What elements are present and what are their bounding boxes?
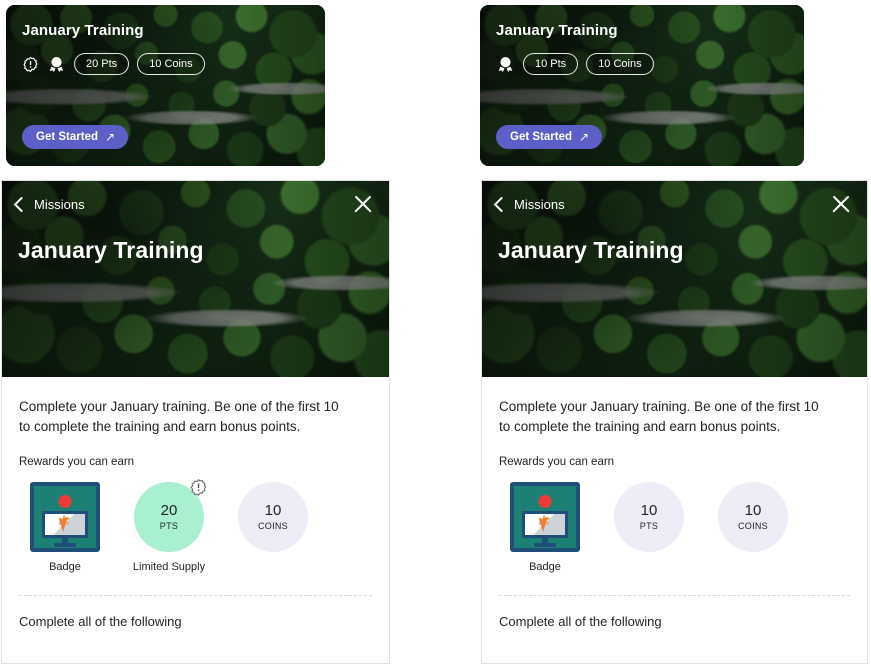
rewards-section-label: Rewards you can earn — [19, 456, 135, 469]
reward-caption: Badge — [49, 561, 81, 574]
promo-chip-points: 20 Pts — [74, 53, 130, 76]
promo-card-title: January Training — [496, 22, 618, 39]
training-badge-icon — [510, 482, 580, 553]
coins-unit: COINS — [737, 521, 768, 531]
section-divider — [499, 595, 850, 597]
monitor-foot — [534, 543, 556, 547]
back-to-missions-button[interactable]: Missions — [493, 196, 565, 212]
points-value: 20 — [160, 502, 178, 520]
reward-coins[interactable]: 10 COINS — [227, 482, 319, 561]
back-to-missions-button[interactable]: Missions — [13, 196, 85, 212]
promo-chip-coins: 10 Coins — [586, 53, 654, 76]
detail-hero-toolbar: Missions — [482, 181, 867, 227]
complete-all-label: Complete all of the following — [499, 614, 662, 630]
reward-caption: Badge — [529, 561, 561, 574]
mission-description: Complete your January training. Be one o… — [19, 399, 339, 434]
coins-value: 10 — [264, 502, 282, 520]
detail-page-title: January Training — [18, 237, 204, 263]
mission-description: Complete your January training. Be one o… — [499, 399, 819, 434]
promo-card-meta: 20 Pts 10 Coins — [22, 53, 205, 76]
external-link-arrow-icon: ↗ — [579, 130, 590, 144]
mission-detail-panel-standard: Missions January Training Complete your … — [481, 180, 868, 664]
badge-dot — [538, 495, 552, 509]
points-circle: 20 PTS — [134, 479, 207, 553]
reward-coins[interactable]: 10 COINS — [707, 482, 799, 561]
detail-body: Complete your January training. Be one o… — [2, 377, 389, 629]
get-started-button[interactable]: Get Started ↗ — [22, 125, 129, 149]
chevron-left-icon — [493, 196, 510, 212]
back-label: Missions — [514, 196, 565, 212]
promo-chip-coins: 10 Coins — [137, 53, 205, 76]
award-badge-icon — [47, 55, 66, 74]
get-started-label: Get Started — [36, 131, 98, 143]
coins-value: 10 — [744, 502, 762, 520]
reward-badge[interactable]: Badge — [499, 482, 591, 573]
limited-supply-icon — [22, 56, 39, 73]
detail-hero: Missions January Training — [2, 181, 389, 377]
coins-circle: 10 COINS — [238, 482, 308, 553]
detail-page-title: January Training — [498, 237, 684, 263]
rewards-section-label: Rewards you can earn — [499, 456, 615, 469]
promo-card-content: January Training 10 Pts 10 Coins Get Sta… — [480, 5, 804, 166]
complete-all-label: Complete all of the following — [19, 614, 182, 630]
promo-card-meta: 10 Pts 10 Coins — [496, 53, 654, 76]
rewards-list: Badge 20 PTS Limited Supply 10 COINS — [19, 479, 372, 574]
detail-hero-toolbar: Missions — [2, 181, 389, 227]
close-icon[interactable] — [829, 192, 853, 216]
back-label: Missions — [34, 196, 85, 212]
close-icon[interactable] — [351, 192, 375, 216]
award-badge-icon — [496, 55, 515, 74]
detail-hero: Missions January Training — [482, 181, 867, 377]
detail-body: Complete your January training. Be one o… — [482, 377, 867, 629]
external-link-arrow-icon: ↗ — [105, 130, 116, 144]
points-unit: PTS — [639, 521, 659, 531]
reward-caption: Limited Supply — [132, 561, 206, 574]
promo-card-content: January Training 20 Pts 10 Coins Get Sta… — [6, 5, 325, 166]
limited-supply-icon — [189, 478, 208, 497]
reward-points[interactable]: 20 PTS Limited Supply — [123, 479, 215, 574]
chevron-left-icon — [13, 196, 30, 212]
rewards-list: Badge 10 PTS 10 COINS — [499, 482, 850, 573]
badge-dot — [58, 495, 72, 509]
get-started-button[interactable]: Get Started ↗ — [496, 125, 603, 149]
training-badge-icon — [30, 482, 100, 553]
screen: January Training 20 Pts 10 Coins Get Sta… — [0, 0, 871, 664]
points-unit: PTS — [159, 521, 179, 531]
promo-chip-points: 10 Pts — [523, 53, 579, 76]
mission-detail-panel-limited: Missions January Training Complete your … — [1, 180, 390, 664]
promo-card-title: January Training — [22, 22, 144, 39]
reward-points[interactable]: 10 PTS — [603, 482, 695, 561]
mission-promo-card-limited[interactable]: January Training 20 Pts 10 Coins Get Sta… — [6, 5, 325, 166]
points-value: 10 — [640, 502, 658, 520]
coins-circle: 10 COINS — [718, 482, 788, 553]
points-circle: 10 PTS — [614, 482, 684, 553]
reward-badge[interactable]: Badge — [19, 482, 111, 573]
section-divider — [19, 595, 372, 597]
get-started-label: Get Started — [510, 131, 572, 143]
monitor-foot — [54, 543, 76, 547]
coins-unit: COINS — [257, 521, 288, 531]
mission-promo-card-standard[interactable]: January Training 10 Pts 10 Coins Get Sta… — [480, 5, 804, 166]
